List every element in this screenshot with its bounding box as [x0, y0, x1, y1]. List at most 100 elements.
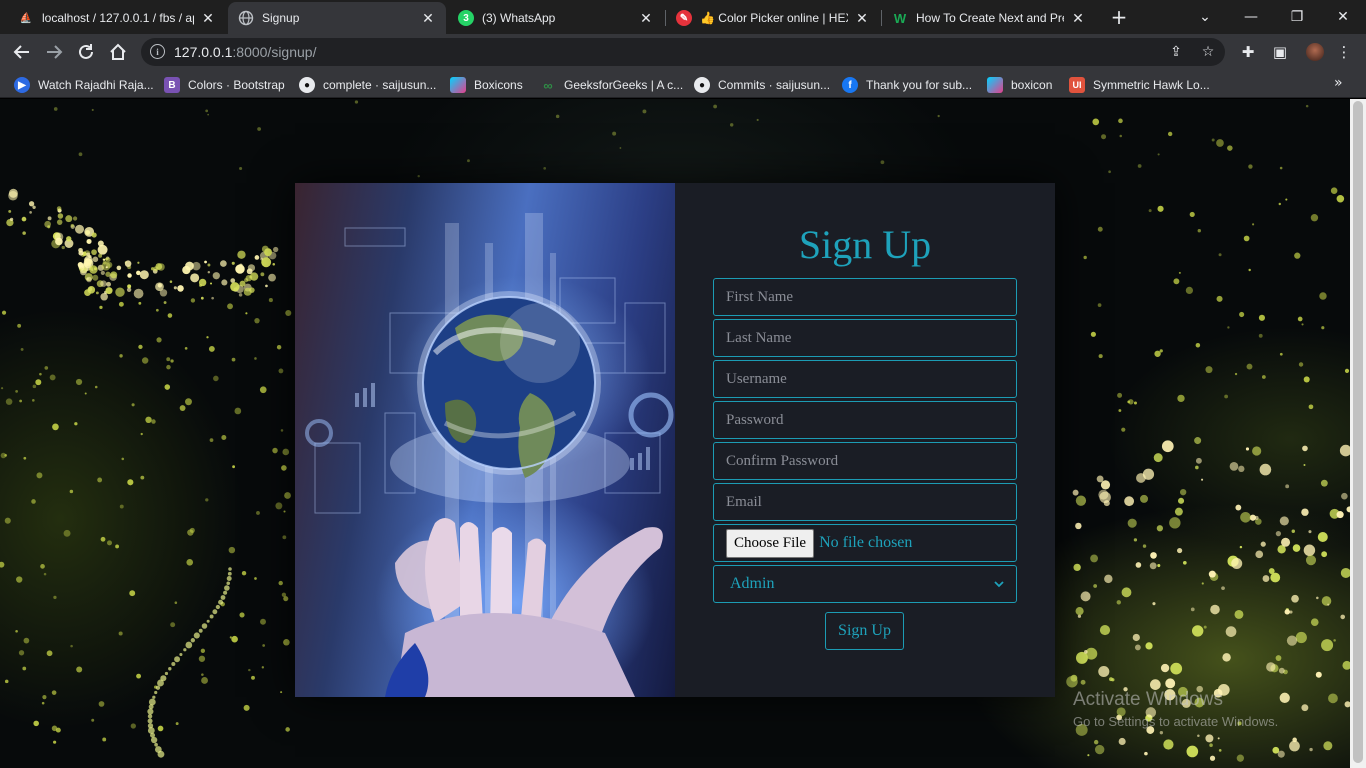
restore-button[interactable]: ❐ — [1274, 4, 1320, 30]
side-panel-icon[interactable]: ▣ — [1270, 42, 1290, 62]
sign-up-button[interactable]: Sign Up — [825, 612, 904, 650]
tab-phpmyadmin[interactable]: ⛵ localhost / 127.0.0.1 / fbs / ap ✕ — [8, 2, 226, 34]
username-field[interactable] — [713, 360, 1017, 398]
tab-title: Signup — [262, 11, 300, 25]
username-input[interactable] — [726, 370, 1004, 388]
gfg-icon: ∞ — [543, 77, 553, 93]
tab-strip: ⛵ localhost / 127.0.0.1 / fbs / ap ✕ Sig… — [0, 0, 1366, 34]
home-button[interactable] — [104, 38, 132, 66]
choose-file-button[interactable]: Choose File — [726, 528, 815, 558]
bookmark-label: GeeksforGeeks | A c... — [564, 78, 684, 92]
tab-signup[interactable]: Signup ✕ — [228, 2, 446, 34]
bookmark-label: Thank you for sub... — [866, 78, 973, 92]
new-tab-button[interactable]: + — [1108, 5, 1130, 29]
role-selected-value: Admin — [730, 575, 775, 592]
page-scrollbar[interactable] — [1350, 99, 1366, 768]
tab-search-button[interactable]: ⌄ — [1182, 4, 1228, 30]
confirm-password-input[interactable] — [726, 452, 1004, 470]
close-icon[interactable]: ✕ — [420, 10, 436, 26]
globe-hand-image — [295, 183, 675, 697]
bookmark-item[interactable]: Boxicons — [450, 76, 523, 94]
star-icon[interactable]: ☆ — [1199, 43, 1217, 61]
tab-title: How To Create Next and Prev — [916, 11, 1064, 25]
address-bar[interactable]: i 127.0.0.1:8000/signup/ ⇪ ☆ — [141, 38, 1225, 66]
url-path: :8000/signup/ — [232, 44, 317, 60]
first-name-field[interactable] — [713, 278, 1017, 316]
extensions-icon[interactable]: ✚ — [1238, 42, 1258, 62]
facebook-icon: f — [842, 77, 858, 93]
minimize-button[interactable]: — — [1228, 4, 1274, 30]
close-icon[interactable]: ✕ — [638, 10, 654, 26]
last-name-input[interactable] — [726, 329, 1004, 347]
bootstrap-icon: B — [164, 77, 180, 93]
bookmark-label: Watch Rajadhi Raja... — [38, 78, 154, 92]
boxicons-icon — [987, 77, 1003, 93]
bookmark-item[interactable]: ▶ Watch Rajadhi Raja... — [14, 76, 154, 94]
profile-avatar[interactable] — [1306, 43, 1324, 61]
browser-toolbar: i 127.0.0.1:8000/signup/ ⇪ ☆ ✚ ▣ ⋮ — [0, 34, 1366, 70]
bookmark-label: Commits · saijusun... — [718, 78, 831, 92]
bookmark-item[interactable]: ● complete · saijusun... — [299, 76, 436, 94]
bookmark-item[interactable]: ● Commits · saijusun... — [694, 76, 830, 94]
close-window-button[interactable]: ✕ — [1320, 4, 1366, 30]
password-field[interactable] — [713, 401, 1017, 439]
close-icon[interactable]: ✕ — [1070, 10, 1086, 26]
bookmark-item[interactable]: UI Symmetric Hawk Lo... — [1069, 76, 1210, 94]
bookmarks-bar: ▶ Watch Rajadhi Raja... B Colors · Boots… — [0, 70, 1366, 98]
password-input[interactable] — [726, 411, 1004, 429]
arrow-left-icon — [13, 45, 29, 59]
bookmark-item[interactable]: f Thank you for sub... — [842, 76, 972, 94]
watermark-line-2: Go to Settings to activate Windows. — [1073, 714, 1279, 729]
bookmark-item[interactable]: B Colors · Bootstrap — [164, 76, 285, 94]
file-upload-field[interactable]: Choose File No file chosen — [713, 524, 1017, 562]
color-picker-icon: ✎ — [676, 10, 692, 26]
file-status-text: No file chosen — [819, 534, 913, 551]
tab-w3docs[interactable]: W How To Create Next and Prev ✕ — [882, 2, 1096, 34]
first-name-input[interactable] — [726, 288, 1004, 306]
tab-title: localhost / 127.0.0.1 / fbs / ap — [42, 11, 194, 25]
signup-form: Sign Up Choose File No file chosen — [675, 183, 1055, 697]
signup-card: Sign Up Choose File No file chosen — [295, 183, 1055, 697]
forward-button[interactable] — [40, 38, 68, 66]
last-name-field[interactable] — [713, 319, 1017, 357]
site-info-icon[interactable]: i — [150, 44, 165, 59]
form-title: Sign Up — [798, 222, 932, 267]
tab-color-picker[interactable]: ✎ 👍 Color Picker online | HEX ✕ — [666, 2, 880, 34]
bookmark-label: Symmetric Hawk Lo... — [1093, 78, 1210, 92]
tab-title: 👍 Color Picker online | HEX — [700, 11, 848, 25]
role-select[interactable]: Admin — [713, 565, 1017, 603]
url-host: 127.0.0.1 — [174, 44, 233, 60]
reload-button[interactable] — [72, 38, 100, 66]
email-input[interactable] — [726, 493, 1004, 511]
close-icon[interactable]: ✕ — [200, 10, 216, 26]
url-text[interactable]: 127.0.0.1:8000/signup/ — [174, 44, 316, 60]
email-field[interactable] — [713, 483, 1017, 521]
tab-whatsapp[interactable]: 3 (3) WhatsApp ✕ — [448, 2, 664, 34]
watermark-line-1: Activate Windows — [1073, 689, 1223, 710]
whatsapp-icon: 3 — [458, 10, 474, 26]
back-button[interactable] — [8, 38, 36, 66]
confirm-password-field[interactable] — [713, 442, 1017, 480]
bookmark-label: complete · saijusun... — [323, 78, 437, 92]
page-background: Sign Up Choose File No file chosen — [0, 99, 1350, 768]
phpmyadmin-icon: ⛵ — [19, 12, 33, 24]
close-icon[interactable]: ✕ — [854, 10, 870, 26]
bookmark-item[interactable]: boxicon — [987, 76, 1052, 94]
bookmark-item[interactable]: ∞ GeeksforGeeks | A c... — [540, 76, 683, 94]
home-icon — [110, 43, 126, 60]
bookmarks-overflow-icon[interactable]: » — [1334, 75, 1343, 91]
reload-icon — [79, 44, 93, 59]
menu-icon[interactable]: ⋮ — [1334, 42, 1354, 62]
bookmark-label: Boxicons — [474, 78, 523, 92]
github-icon: ● — [299, 77, 315, 93]
ui-icon: UI — [1069, 77, 1085, 93]
globe-illustration — [305, 213, 674, 697]
share-icon[interactable]: ⇪ — [1167, 43, 1185, 61]
play-icon: ▶ — [14, 77, 30, 93]
chevron-down-icon — [994, 577, 1004, 592]
bookmark-label: Colors · Bootstrap — [188, 78, 285, 92]
github-icon: ● — [694, 77, 710, 93]
arrow-right-icon — [47, 45, 63, 59]
bookmark-label: boxicon — [1011, 78, 1053, 92]
scrollbar-thumb[interactable] — [1353, 101, 1363, 763]
